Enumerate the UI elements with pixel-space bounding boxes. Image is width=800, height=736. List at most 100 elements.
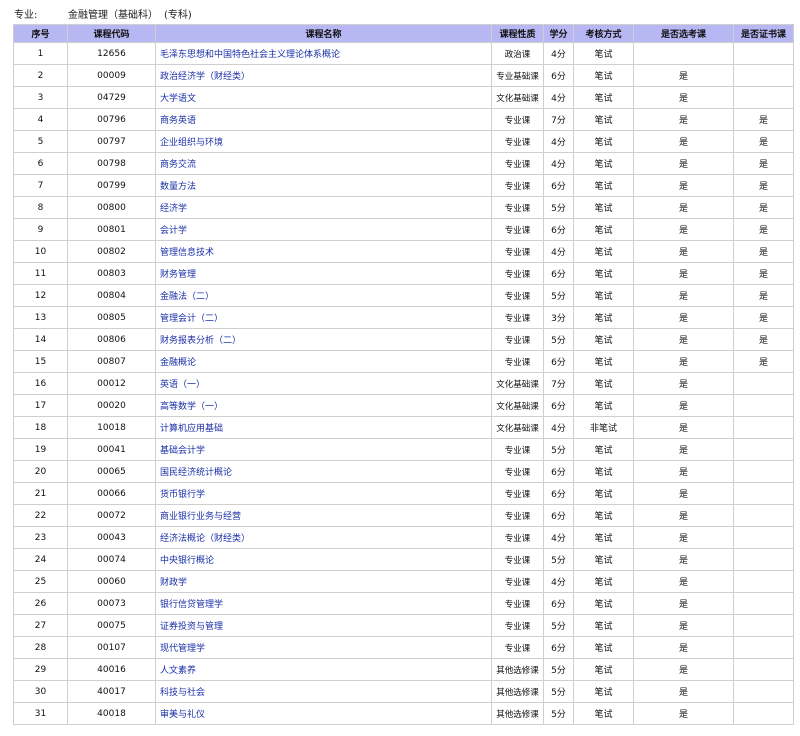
row-index: 7: [13, 174, 68, 197]
row-index: 12: [13, 284, 68, 307]
course-credits: 6分: [543, 350, 574, 373]
table-row: 11 00803 财务管理 专业课 6分 笔试是是: [13, 262, 794, 285]
course-name-link[interactable]: 财务报表分析（二）: [155, 328, 492, 351]
row-index: 13: [13, 306, 68, 329]
course-name-link[interactable]: 管理会计（二）: [155, 306, 492, 329]
course-nature: 专业课: [491, 108, 544, 131]
course-credits: 6分: [543, 504, 574, 527]
course-name-link[interactable]: 货币银行学: [155, 482, 492, 505]
education-level: (专科): [164, 9, 192, 21]
course-name-link[interactable]: 经济法概论（财经类）: [155, 526, 492, 549]
course-code: 00075: [67, 614, 156, 637]
course-name-link[interactable]: 经济学: [155, 196, 492, 219]
course-name-link[interactable]: 政治经济学（财经类）: [155, 64, 492, 87]
course-name-link[interactable]: 商业银行业务与经营: [155, 504, 492, 527]
course-credits: 6分: [543, 64, 574, 87]
course-nature: 专业课: [491, 460, 544, 483]
course-code: 00798: [67, 152, 156, 175]
course-credits: 6分: [543, 262, 574, 285]
table-row: 19 00041 基础会计学 专业课 5分 笔试是: [13, 438, 794, 461]
course-name-link[interactable]: 证券投资与管理: [155, 614, 492, 637]
certificate-flag: 是: [733, 284, 794, 307]
certificate-flag: [733, 438, 794, 461]
course-nature: 专业课: [491, 196, 544, 219]
row-index: 6: [13, 152, 68, 175]
course-name-link[interactable]: 金融法（二）: [155, 284, 492, 307]
certificate-flag: 是: [733, 240, 794, 263]
course-name-link[interactable]: 人文素养: [155, 658, 492, 681]
course-code: 00807: [67, 350, 156, 373]
exam-type: 笔试: [573, 460, 634, 483]
course-name-link[interactable]: 计算机应用基础: [155, 416, 492, 439]
course-table: 序号 课程代码 课程名称 课程性质 学分 考核方式 是否选考课 是否证书课 11…: [13, 24, 794, 725]
elective-flag: 是: [633, 152, 734, 175]
exam-type: 笔试: [573, 658, 634, 681]
course-name-link[interactable]: 审美与礼仪: [155, 702, 492, 725]
course-nature: 专业课: [491, 350, 544, 373]
course-credits: 6分: [543, 636, 574, 659]
course-name-link[interactable]: 商务英语: [155, 108, 492, 131]
course-name-link[interactable]: 基础会计学: [155, 438, 492, 461]
course-name-link[interactable]: 国民经济统计概论: [155, 460, 492, 483]
course-code: 00065: [67, 460, 156, 483]
course-credits: 5分: [543, 658, 574, 681]
col-header-elective: 是否选考课: [633, 24, 734, 43]
page-header: 专业: 金融管理（基础科） (专科): [14, 5, 198, 21]
course-nature: 专业课: [491, 636, 544, 659]
course-name-link[interactable]: 现代管理学: [155, 636, 492, 659]
course-code: 40016: [67, 658, 156, 681]
certificate-flag: [733, 526, 794, 549]
course-nature: 专业课: [491, 548, 544, 571]
course-code: 00073: [67, 592, 156, 615]
course-name-link[interactable]: 毛泽东思想和中国特色社会主义理论体系概论: [155, 42, 492, 65]
course-credits: 5分: [543, 614, 574, 637]
elective-flag: 是: [633, 702, 734, 725]
major-label: 专业:: [14, 9, 38, 21]
certificate-flag: 是: [733, 350, 794, 373]
certificate-flag: [733, 548, 794, 571]
course-code: 40017: [67, 680, 156, 703]
table-row: 1 12656 毛泽东思想和中国特色社会主义理论体系概论 政治课 4分 笔试: [13, 42, 794, 65]
course-code: 00072: [67, 504, 156, 527]
row-index: 3: [13, 86, 68, 109]
course-code: 00012: [67, 372, 156, 395]
course-name-link[interactable]: 科技与社会: [155, 680, 492, 703]
course-name-link[interactable]: 会计学: [155, 218, 492, 241]
table-row: 7 00799 数量方法 专业课 6分 笔试是是: [13, 174, 794, 197]
elective-flag: 是: [633, 460, 734, 483]
course-name-link[interactable]: 中央银行概论: [155, 548, 492, 571]
row-index: 17: [13, 394, 68, 417]
course-name-link[interactable]: 银行信贷管理学: [155, 592, 492, 615]
exam-type: 非笔试: [573, 416, 634, 439]
elective-flag: 是: [633, 526, 734, 549]
course-name-link[interactable]: 财务管理: [155, 262, 492, 285]
course-name-link[interactable]: 财政学: [155, 570, 492, 593]
course-name-link[interactable]: 金融概论: [155, 350, 492, 373]
exam-type: 笔试: [573, 152, 634, 175]
course-name-link[interactable]: 管理信息技术: [155, 240, 492, 263]
table-row: 8 00800 经济学 专业课 5分 笔试是是: [13, 196, 794, 219]
row-index: 16: [13, 372, 68, 395]
row-index: 24: [13, 548, 68, 571]
certificate-flag: [733, 702, 794, 725]
row-index: 27: [13, 614, 68, 637]
course-name-link[interactable]: 数量方法: [155, 174, 492, 197]
course-credits: 4分: [543, 130, 574, 153]
course-code: 00020: [67, 394, 156, 417]
course-name-link[interactable]: 大学语文: [155, 86, 492, 109]
course-nature: 专业课: [491, 592, 544, 615]
row-index: 28: [13, 636, 68, 659]
major-name: 金融管理（基础科）: [68, 9, 158, 21]
course-name-link[interactable]: 高等数学（一）: [155, 394, 492, 417]
course-name-link[interactable]: 英语（一）: [155, 372, 492, 395]
table-row: 14 00806 财务报表分析（二） 专业课 5分 笔试是是: [13, 328, 794, 351]
table-body: 1 12656 毛泽东思想和中国特色社会主义理论体系概论 政治课 4分 笔试 2 00009 政…: [13, 42, 794, 725]
course-nature: 文化基础课: [491, 372, 544, 395]
table-row: 10 00802 管理信息技术 专业课 4分 笔试是是: [13, 240, 794, 263]
course-name-link[interactable]: 企业组织与环境: [155, 130, 492, 153]
exam-type: 笔试: [573, 614, 634, 637]
course-name-link[interactable]: 商务交流: [155, 152, 492, 175]
course-credits: 6分: [543, 218, 574, 241]
course-credits: 7分: [543, 372, 574, 395]
row-index: 30: [13, 680, 68, 703]
